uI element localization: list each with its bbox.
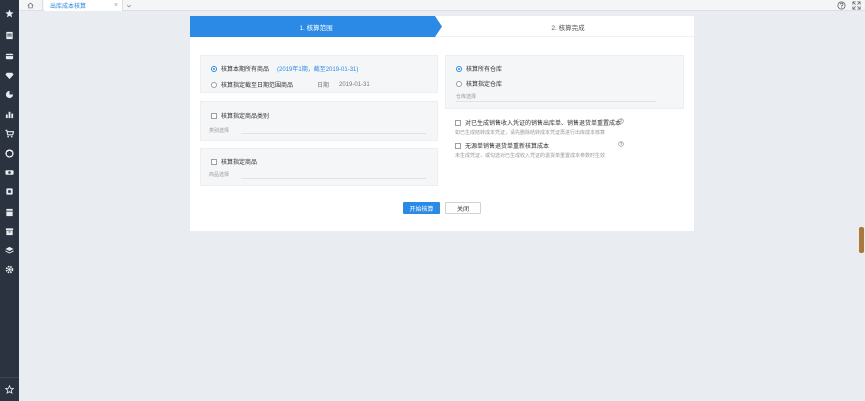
date-label: 日期: [317, 83, 330, 89]
cost-accounting-card: 1. 核算范围 2. 核算完成 核算本期所有商品 (2019年1期，截至2019…: [190, 16, 694, 231]
settings-gear-icon[interactable]: [4, 264, 15, 275]
reset-cost-option[interactable]: 对已生成销售收入凭证的销售出库单、销售退货单重置成本: [455, 118, 621, 127]
radio-button[interactable]: [211, 81, 217, 88]
document-icon[interactable]: [4, 30, 15, 41]
radio-button[interactable]: [211, 65, 217, 72]
bar-chart-icon[interactable]: [4, 109, 15, 120]
sidebar: [0, 0, 19, 401]
ledger-icon[interactable]: [4, 207, 15, 218]
reset-cost-checkbox[interactable]: [455, 119, 461, 126]
category-select-input[interactable]: [241, 133, 426, 134]
tab-cost-accounting[interactable]: 出库成本核算 ×: [44, 0, 123, 11]
cart-icon[interactable]: [4, 128, 15, 139]
fullscreen-icon[interactable]: [852, 1, 861, 10]
warehouse-all-option[interactable]: 核算所有仓库: [456, 64, 502, 73]
favorites-star-icon[interactable]: [4, 8, 15, 19]
tab-more-button[interactable]: [125, 1, 133, 10]
goods-checkbox-row[interactable]: 核算指定商品: [211, 157, 257, 166]
range-all-option[interactable]: 核算本期所有商品 (2019年1期，截至2019-01-31): [211, 64, 358, 73]
step-1: 1. 核算范围: [190, 16, 442, 37]
archive-icon[interactable]: [4, 226, 15, 237]
step-2: 2. 核算完成: [551, 24, 585, 32]
category-checkbox-row[interactable]: 核算指定商品类别: [211, 111, 269, 120]
category-panel: 核算指定商品类别 类别选择: [200, 101, 438, 141]
question-icon[interactable]: [618, 118, 624, 124]
chevron-down-icon: [126, 4, 132, 7]
diamond-icon[interactable]: [4, 70, 15, 81]
range-panel: 核算本期所有商品 (2019年1期，截至2019-01-31) 核算指定截至日期…: [200, 55, 438, 93]
pie-chart-icon[interactable]: [4, 89, 15, 100]
step-indicator: 1. 核算范围 2. 核算完成: [190, 16, 694, 37]
tab-label: 出库成本核算: [50, 4, 87, 10]
warehouse-panel: 核算所有仓库 核算指定仓库 仓库选择: [445, 55, 684, 109]
star-outline-icon[interactable]: [4, 384, 15, 395]
home-icon: [27, 2, 34, 9]
goods-panel: 核算指定商品 商品选择: [200, 148, 438, 186]
help-icon[interactable]: [837, 1, 846, 10]
side-drag-handle[interactable]: [859, 227, 864, 253]
date-value[interactable]: 2019-01-31: [339, 82, 370, 88]
warehouse-field-label: 仓库选择: [456, 94, 477, 100]
question-icon[interactable]: [618, 141, 624, 147]
card-icon[interactable]: [4, 51, 15, 62]
warehouse-select-input[interactable]: [456, 101, 656, 102]
tab-bar: 出库成本核算 ×: [19, 0, 865, 11]
category-field-label: 类别选择: [209, 128, 230, 134]
radio-button[interactable]: [456, 65, 462, 72]
recalc-return-checkbox[interactable]: [455, 142, 461, 149]
category-checkbox[interactable]: [211, 112, 217, 119]
cash-icon[interactable]: [4, 186, 15, 197]
recalc-return-option[interactable]: 无源单销售退货单重新核算成本: [455, 141, 549, 150]
recalc-return-description: 未生成凭证，或勾选对已生成收入凭证的退货单重置成本参数时生效: [455, 153, 606, 159]
tab-close-icon[interactable]: ×: [114, 1, 118, 10]
inventory-box-icon[interactable]: [4, 148, 15, 159]
range-hint: (2019年1期，截至2019-01-31): [277, 67, 359, 73]
layers-icon[interactable]: [4, 245, 15, 256]
date-field[interactable]: 日期 2019-01-31: [317, 80, 370, 90]
close-button[interactable]: 关闭: [445, 202, 481, 214]
start-accounting-button[interactable]: 开始核算: [403, 202, 440, 214]
money-icon[interactable]: [4, 167, 15, 178]
radio-button[interactable]: [456, 80, 462, 87]
reset-cost-description: 如已生成结转成本凭证，请先删除结转成本凭证再进行出库成本核算: [455, 130, 606, 136]
range-date-option[interactable]: 核算指定截至日期范围商品: [211, 80, 293, 89]
goods-checkbox[interactable]: [211, 158, 217, 165]
home-tab[interactable]: [19, 0, 43, 11]
warehouse-specific-option[interactable]: 核算指定仓库: [456, 79, 502, 88]
goods-select-input[interactable]: [241, 178, 426, 179]
goods-field-label: 商品选择: [209, 172, 230, 178]
sidebar-divider: [0, 377, 19, 378]
